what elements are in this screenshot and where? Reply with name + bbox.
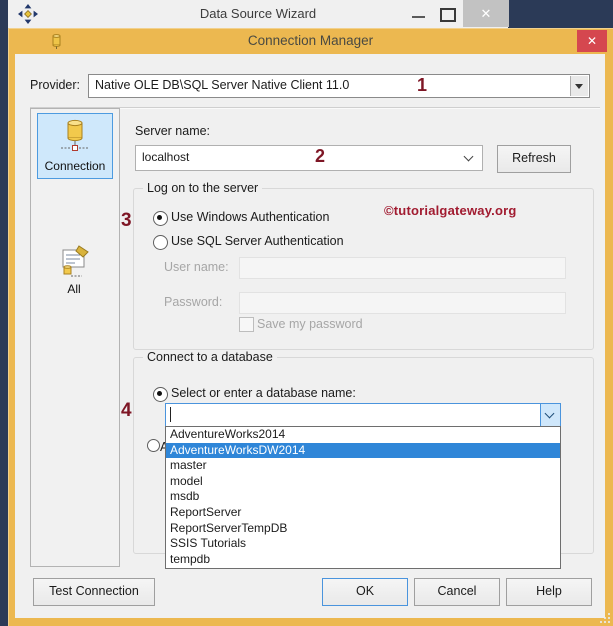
- annotation-3: 3: [121, 210, 132, 231]
- chevron-down-icon: [463, 151, 474, 162]
- annotation-4: 4: [121, 400, 132, 421]
- save-password-checkbox[interactable]: [239, 317, 254, 332]
- chevron-down-icon: [544, 408, 555, 419]
- db-list-item[interactable]: SSIS Tutorials: [166, 536, 560, 552]
- db-list-item[interactable]: model: [166, 474, 560, 490]
- refresh-button[interactable]: Refresh: [497, 145, 571, 173]
- username-label: User name:: [164, 260, 229, 274]
- logon-group-title: Log on to the server: [143, 181, 263, 195]
- database-connection-icon: [61, 119, 89, 151]
- database-dropdown-list: AdventureWorks2014 AdventureWorksDW2014 …: [165, 426, 561, 569]
- select-database-radio[interactable]: [153, 387, 168, 402]
- db-list-item[interactable]: ReportServer: [166, 505, 560, 521]
- db-list-item-selected[interactable]: AdventureWorksDW2014: [166, 442, 560, 459]
- wizard-close-icon[interactable]: ✕: [463, 0, 509, 27]
- dropdown-arrow-icon: [575, 84, 583, 89]
- select-database-label: Select or enter a database name:: [171, 386, 356, 400]
- connection-manager-dialog: Connection Manager ✕ Provider: Native OL…: [8, 28, 613, 626]
- windows-auth-radio[interactable]: [153, 211, 168, 226]
- username-field[interactable]: [239, 257, 566, 279]
- server-name-value: localhost: [142, 150, 190, 164]
- annotation-1: 1: [417, 75, 428, 95]
- sidebar-item-connection[interactable]: Connection: [37, 113, 113, 179]
- minimize-icon[interactable]: [412, 16, 425, 18]
- database-name-combobox[interactable]: [165, 403, 561, 427]
- sidebar-all-label: All: [67, 282, 81, 296]
- provider-dropdown-button[interactable]: [570, 76, 588, 96]
- provider-label: Provider:: [30, 78, 81, 92]
- db-list-item[interactable]: msdb: [166, 489, 560, 505]
- cancel-button[interactable]: Cancel: [414, 578, 500, 606]
- sql-auth-label: Use SQL Server Authentication: [171, 234, 344, 248]
- sidebar: Connection All: [30, 108, 120, 567]
- help-button[interactable]: Help: [506, 578, 592, 606]
- password-label: Password:: [164, 295, 223, 309]
- provider-combobox[interactable]: Native OLE DB\SQL Server Native Client 1…: [88, 74, 590, 98]
- logon-group: Log on to the server Use Windows Authent…: [133, 181, 594, 350]
- provider-value: Native OLE DB\SQL Server Native Client 1…: [95, 78, 350, 92]
- dialog-content: Provider: Native OLE DB\SQL Server Nativ…: [15, 54, 605, 618]
- watermark-text: ©tutorialgateway.org: [384, 203, 517, 218]
- server-name-label: Server name:: [135, 124, 211, 138]
- db-list-item[interactable]: ReportServerTempDB: [166, 521, 560, 537]
- ok-button[interactable]: OK: [322, 578, 408, 606]
- attach-database-radio[interactable]: [147, 439, 160, 452]
- dialog-close-icon[interactable]: ✕: [577, 30, 607, 52]
- save-password-label: Save my password: [257, 317, 363, 331]
- database-dropdown-button[interactable]: [540, 404, 560, 426]
- db-list-item[interactable]: tempdb: [166, 552, 560, 568]
- wizard-window-title: Data Source Wizard: [199, 6, 317, 21]
- password-field[interactable]: [239, 292, 566, 314]
- test-connection-button[interactable]: Test Connection: [33, 578, 155, 606]
- screen: Data Source Wizard ✕ Connection Manager …: [0, 0, 613, 626]
- sidebar-item-all[interactable]: All: [37, 239, 111, 301]
- server-name-combobox[interactable]: localhost: [135, 145, 483, 171]
- text-caret: [170, 407, 171, 422]
- db-list-item[interactable]: AdventureWorks2014: [166, 427, 560, 443]
- dialog-title: Connection Manager: [247, 33, 374, 48]
- maximize-icon[interactable]: [440, 8, 456, 22]
- annotation-2: 2: [315, 146, 326, 166]
- all-properties-icon: [62, 245, 89, 277]
- dialog-titlebar: Connection Manager ✕: [8, 28, 613, 54]
- database-group-title: Connect to a database: [143, 350, 277, 364]
- sidebar-connection-label: Connection: [44, 159, 106, 173]
- wizard-titlebar: Data Source Wizard ✕: [8, 0, 509, 28]
- windows-auth-label: Use Windows Authentication: [171, 210, 330, 224]
- sql-auth-radio[interactable]: [153, 235, 168, 250]
- db-list-item[interactable]: master: [166, 458, 560, 474]
